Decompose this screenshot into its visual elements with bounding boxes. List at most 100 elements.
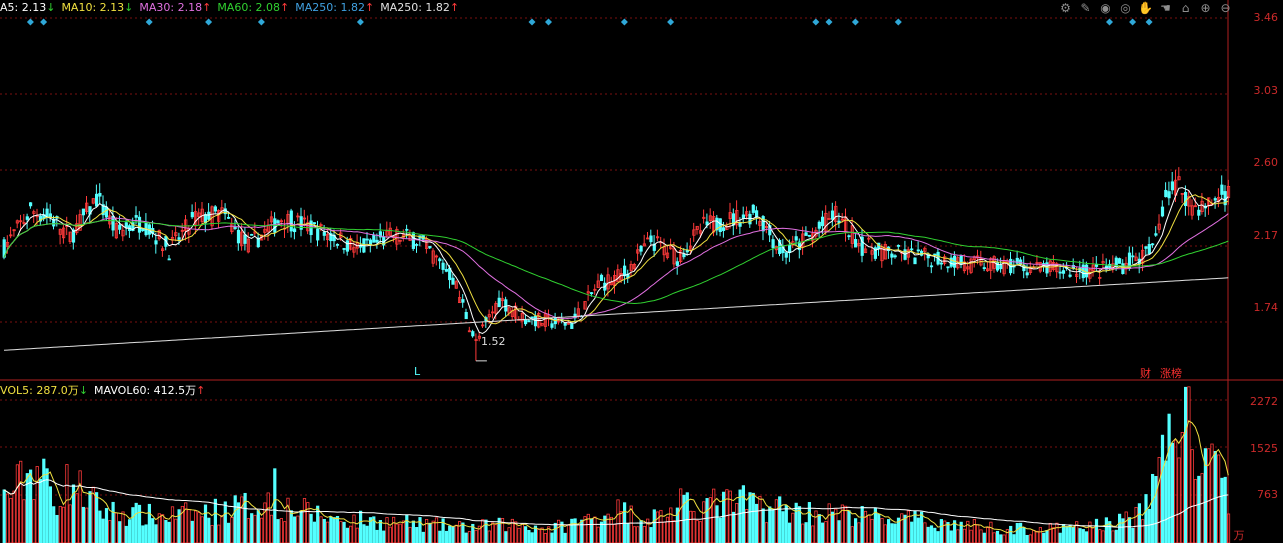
volume-bar-315[interactable]	[1042, 532, 1046, 543]
volume-bar-192[interactable]	[636, 526, 640, 543]
volume-bar-289[interactable]	[956, 529, 960, 543]
volume-bar-212[interactable]	[702, 501, 706, 543]
top-gainers-tag[interactable]: 涨榜	[1160, 365, 1182, 381]
volume-bar-63[interactable]	[210, 525, 214, 543]
volume-bar-162[interactable]	[537, 529, 541, 543]
volume-bar-223[interactable]	[738, 489, 742, 543]
candle-body-348[interactable]	[1151, 243, 1155, 246]
volume-bar-189[interactable]	[626, 523, 630, 543]
volume-bar-249[interactable]	[824, 521, 828, 543]
volume-bar-109[interactable]	[362, 524, 366, 543]
volume-bar-114[interactable]	[378, 520, 383, 543]
candle-body-207[interactable]	[685, 250, 689, 253]
candle-body-206[interactable]	[682, 253, 686, 258]
volume-bar-29[interactable]	[98, 510, 102, 543]
candle-body-302[interactable]	[999, 264, 1003, 270]
volume-bar-310[interactable]	[1025, 534, 1029, 543]
candle-body-248[interactable]	[821, 216, 825, 227]
volume-bar-159[interactable]	[527, 529, 531, 543]
volume-bar-350[interactable]	[1157, 456, 1161, 543]
volume-bar-52[interactable]	[174, 518, 178, 543]
volume-bar-173[interactable]	[573, 518, 577, 543]
volume-bar-308[interactable]	[1019, 522, 1023, 543]
volume-bar-224[interactable]	[741, 485, 746, 543]
volume-bar-277[interactable]	[916, 517, 920, 543]
candle-body-224[interactable]	[741, 214, 746, 219]
volume-bar-138[interactable]	[457, 521, 462, 543]
volume-bar-24[interactable]	[81, 506, 85, 543]
volume-bar-171[interactable]	[566, 524, 571, 543]
volume-bar-79[interactable]	[263, 502, 267, 543]
volume-bar-78[interactable]	[259, 517, 264, 543]
candle-body-158[interactable]	[524, 319, 528, 325]
volume-bar-170[interactable]	[563, 532, 567, 543]
volume-bar-340[interactable]	[1124, 511, 1128, 543]
volume-bar-359[interactable]	[1187, 386, 1191, 543]
volume-bar-43[interactable]	[144, 524, 148, 543]
candle-body-125[interactable]	[415, 244, 419, 246]
volume-bar-328[interactable]	[1085, 531, 1089, 543]
volume-bar-206[interactable]	[682, 494, 686, 543]
candle-body-57[interactable]	[190, 212, 194, 218]
volume-bar-190[interactable]	[629, 505, 633, 543]
candle-body-142[interactable]	[471, 331, 475, 337]
volume-bar-127[interactable]	[421, 531, 425, 543]
volume-bar-239[interactable]	[791, 512, 795, 543]
volume-bar-217[interactable]	[718, 517, 722, 543]
candle-body-28[interactable]	[95, 193, 99, 207]
candle-body-88[interactable]	[292, 228, 297, 233]
volume-bar-74[interactable]	[246, 518, 250, 543]
volume-bar-108[interactable]	[358, 510, 363, 543]
volume-bar-22[interactable]	[75, 493, 79, 543]
volume-bar-230[interactable]	[761, 508, 765, 543]
volume-bar-69[interactable]	[230, 517, 234, 543]
candle-body-281[interactable]	[929, 265, 934, 268]
volume-bar-197[interactable]	[652, 509, 656, 543]
volume-bar-233[interactable]	[771, 509, 775, 543]
volume-bar-35[interactable]	[118, 521, 122, 543]
volume-bar-70[interactable]	[233, 495, 237, 543]
volume-bar-105[interactable]	[349, 525, 353, 543]
volume-bar-286[interactable]	[946, 522, 950, 543]
candle-body-367[interactable]	[1213, 198, 1217, 201]
volume-bar-50[interactable]	[167, 521, 171, 543]
candle-body-71[interactable]	[236, 229, 241, 244]
candle-body-24[interactable]	[81, 208, 85, 216]
volume-bar-49[interactable]	[164, 520, 168, 543]
volume-bar-266[interactable]	[880, 517, 884, 543]
candle-body-110[interactable]	[365, 238, 369, 241]
candle-body-227[interactable]	[751, 204, 755, 213]
volume-bar-299[interactable]	[989, 521, 993, 543]
volume-bar-91[interactable]	[302, 498, 307, 543]
volume-bar-23[interactable]	[78, 470, 82, 543]
candle-body-352[interactable]	[1164, 189, 1168, 198]
eye-alt-icon[interactable]: ◎	[1118, 1, 1133, 16]
candle-body-8[interactable]	[28, 202, 33, 207]
volume-bar-216[interactable]	[715, 505, 719, 543]
volume-bar-268[interactable]	[887, 519, 891, 543]
volume-bar-167[interactable]	[553, 522, 557, 543]
volume-bar-307[interactable]	[1015, 523, 1019, 543]
volume-bar-45[interactable]	[151, 518, 155, 543]
volume-bar-168[interactable]	[557, 519, 561, 543]
volume-bar-324[interactable]	[1071, 526, 1075, 543]
volume-bar-76[interactable]	[253, 514, 257, 543]
volume-bar-72[interactable]	[240, 496, 244, 543]
volume-bar-137[interactable]	[454, 524, 458, 543]
volume-bar-107[interactable]	[355, 527, 359, 543]
candle-body-196[interactable]	[649, 235, 653, 243]
candle-body-29[interactable]	[98, 192, 102, 197]
volume-bar-356[interactable]	[1177, 457, 1181, 543]
volume-bar-326[interactable]	[1078, 528, 1082, 543]
volume-bar-59[interactable]	[197, 512, 201, 543]
volume-bar-93[interactable]	[309, 513, 313, 543]
volume-bar-304[interactable]	[1005, 529, 1010, 543]
volume-bar-103[interactable]	[342, 521, 346, 543]
candle-body-140[interactable]	[464, 312, 468, 320]
candle-body-226[interactable]	[748, 213, 752, 225]
candle-body-362[interactable]	[1197, 209, 1201, 216]
volume-bar-284[interactable]	[939, 519, 944, 543]
volume-bar-321[interactable]	[1061, 524, 1066, 543]
hand-icon[interactable]: ✋	[1138, 1, 1153, 16]
volume-bar-260[interactable]	[860, 506, 864, 543]
